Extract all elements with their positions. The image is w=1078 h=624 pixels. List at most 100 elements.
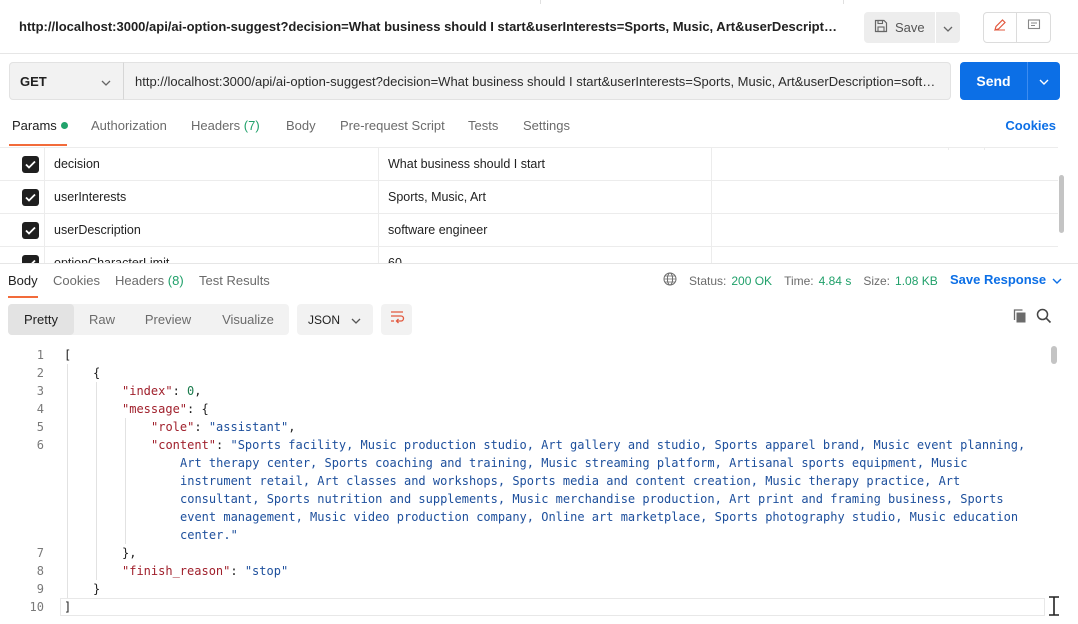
active-tab-indicator [9,144,67,146]
response-divider[interactable] [0,263,1078,264]
pencil-icon [993,18,1007,37]
send-button[interactable]: Send [960,62,1028,100]
size-value[interactable]: 1.08 KB [895,274,938,288]
url-input[interactable]: http://localhost:3000/api/ai-option-sugg… [123,62,951,100]
param-description[interactable] [712,214,1058,247]
response-body-editor[interactable]: 1 2 3 4 5 6 7 8 9 10 [ { "index": 0, "me… [0,346,1050,624]
code-line: ] [64,600,71,614]
save-response-button[interactable]: Save Response [950,272,1062,287]
copy-button[interactable] [1011,308,1029,329]
send-button-group: Send [960,62,1060,100]
save-options-dropdown[interactable] [936,12,960,43]
request-title[interactable]: http://localhost:3000/api/ai-option-sugg… [19,19,839,34]
indent-guide [96,382,97,580]
search-icon [1036,308,1052,329]
search-button[interactable] [1035,308,1053,329]
floppy-disk-icon [874,19,888,36]
param-key[interactable]: userInterests [45,181,379,214]
tab-pre-request-script[interactable]: Pre-request Script [340,118,445,133]
checkbox-checked-icon[interactable] [22,222,39,239]
save-button-group: Save [864,12,960,43]
wrap-lines-button[interactable] [381,304,412,335]
code-line: "content": "Sports facility, Music produ… [151,438,1026,452]
tab-body[interactable]: Body [286,118,316,133]
json-punct: [ [64,348,72,362]
param-check-cell [0,247,45,263]
code-line: { [93,366,100,380]
line-number: 2 [36,366,44,380]
json-key: "finish_reason" [122,564,231,578]
save-button[interactable]: Save [864,12,936,43]
checkbox-checked-icon[interactable] [22,189,39,206]
line-number: 1 [36,348,44,362]
tab-headers[interactable]: Headers (7) [191,118,260,133]
current-line-highlight [60,598,1045,616]
param-key[interactable]: userDescription [45,214,379,247]
params-scrollbar[interactable] [1059,175,1064,233]
param-value[interactable]: What business should I start [379,148,712,181]
status-label: Status: [689,273,727,288]
line-number: 5 [36,420,44,434]
table-row: userInterests Sports, Music, Art [0,181,1058,214]
wrap-lines-icon [389,310,405,329]
edit-mode-button[interactable] [984,13,1018,42]
response-tab-headers[interactable]: Headers (8) [115,273,184,288]
param-value[interactable]: Sports, Music, Art [379,181,712,214]
param-value[interactable]: software engineer [379,214,712,247]
comment-icon [1027,18,1041,37]
chevron-down-icon [1052,272,1062,287]
param-key[interactable]: decision [45,148,379,181]
code-line-wrapped: Art therapy center, Sports coaching and … [180,456,968,470]
line-number: 6 [36,438,44,452]
tab-headers-label: Headers [191,118,241,133]
text-cursor-icon [1047,596,1061,616]
time-value[interactable]: 4.84 s [819,274,852,288]
format-pretty[interactable]: Pretty [8,304,74,335]
line-number: 3 [36,384,44,398]
param-description[interactable] [712,148,1058,181]
chevron-down-icon [101,74,111,89]
tab-authorization[interactable]: Authorization [91,118,167,133]
globe-icon[interactable] [663,272,677,289]
format-raw[interactable]: Raw [78,304,126,335]
response-tab-test-results[interactable]: Test Results [199,273,270,288]
indent-guide [125,418,126,544]
param-key[interactable]: optionCharacterLimit [45,247,379,263]
response-active-tab-indicator [8,296,38,298]
param-check-cell [0,148,45,181]
checkbox-checked-icon[interactable] [22,156,39,173]
param-value[interactable]: 60 [379,247,712,263]
table-row: userDescription software engineer [0,214,1058,247]
code-line: }, [122,546,137,560]
documentation-mode-button[interactable] [1017,13,1050,42]
code-line: "message": { [122,402,209,416]
format-tabs: Pretty Raw Preview Visualize [8,304,289,335]
response-tab-body[interactable]: Body [8,273,38,288]
cookies-link[interactable]: Cookies [1005,118,1056,133]
format-visualize[interactable]: Visualize [212,304,284,335]
tab-settings[interactable]: Settings [523,118,570,133]
checkbox-checked-icon[interactable] [22,255,39,263]
send-options-dropdown[interactable] [1028,62,1060,100]
json-key: "content" [151,438,217,452]
code-line: "role": "assistant", [151,420,296,434]
save-label: Save [895,20,925,35]
mode-toggle [983,12,1051,43]
code-line: [ [64,348,71,362]
params-table: decision What business should I start us… [0,147,1058,263]
json-punct: ] [64,600,72,614]
method-select[interactable]: GET [9,62,124,100]
editor-scrollbar[interactable] [1051,346,1057,364]
format-preview[interactable]: Preview [134,304,202,335]
tab-tests[interactable]: Tests [468,118,498,133]
tab-params-label: Params [12,118,57,133]
language-select[interactable]: JSON [297,304,373,335]
response-tab-cookies[interactable]: Cookies [53,273,100,288]
status-value[interactable]: 200 OK [731,274,772,288]
tab-params[interactable]: Params [12,118,68,133]
param-description[interactable] [712,181,1058,214]
copy-icon [1012,308,1028,329]
line-number: 9 [36,582,44,596]
param-description[interactable] [712,247,1058,263]
code-line-wrapped: event management, Music video production… [180,510,1019,524]
